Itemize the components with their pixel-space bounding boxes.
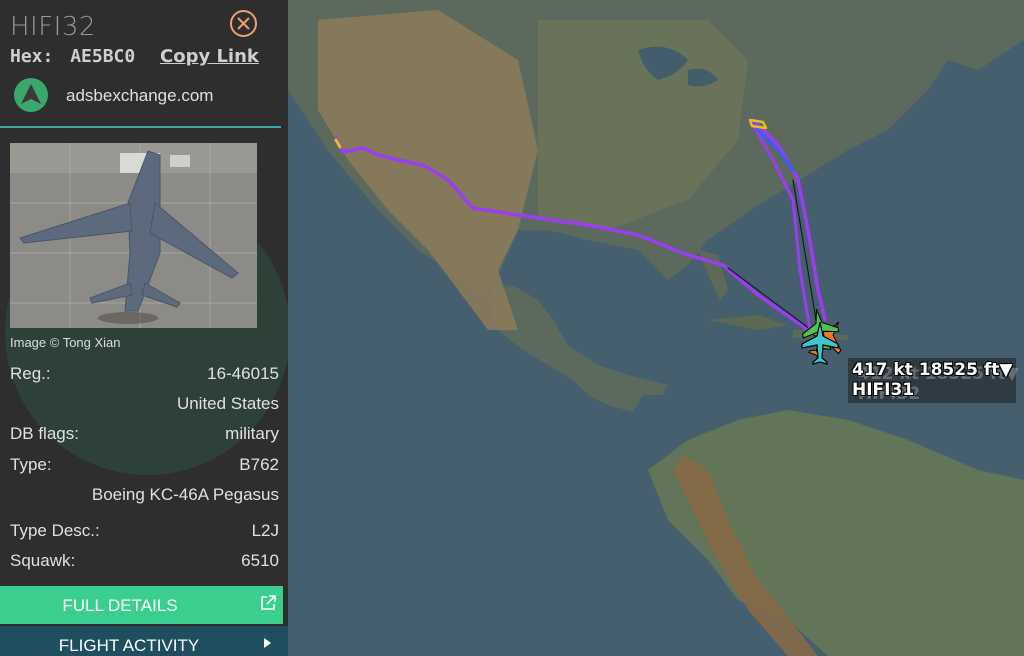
detail-key: Squawk: <box>10 551 76 570</box>
aircraft-info-panel: HIFI32 Hex: AE5BC0 Copy Link adsbexchang… <box>0 0 288 656</box>
copy-link-button[interactable]: Copy Link <box>160 46 259 67</box>
hex-label: Hex: <box>10 46 54 67</box>
detail-key: Reg.: <box>10 364 51 383</box>
hex-value: AE5BC0 <box>70 46 136 67</box>
image-credit: Image © Tong Xian <box>10 335 121 350</box>
external-link-icon <box>261 595 276 610</box>
detail-key: Type Desc.: <box>10 521 100 540</box>
detail-value: United States <box>176 394 279 413</box>
map-view[interactable]: 412 kt 18525 ft▼ HIFI32 417 kt 18525 ft▼… <box>288 0 1024 656</box>
aircraft-photo[interactable] <box>10 143 257 328</box>
detail-value: Boeing KC-46A Pegasus <box>91 485 279 504</box>
full-details-button[interactable]: FULL DETAILS <box>0 586 283 624</box>
detail-value: 16-46015 <box>207 364 279 383</box>
detail-value: military <box>225 424 279 443</box>
hex-row: Hex: AE5BC0 <box>10 46 135 67</box>
detail-value: L2J <box>251 521 279 540</box>
aircraft-speed-altitude: 417 kt 18525 ft▼ <box>852 360 1013 380</box>
map-canvas[interactable] <box>288 0 1024 656</box>
flight-activity-button[interactable]: FLIGHT ACTIVITY <box>0 626 288 656</box>
detail-value: 6510 <box>241 551 279 570</box>
site-name: adsbexchange.com <box>66 86 214 105</box>
adsbexchange-logo-icon <box>14 78 48 112</box>
close-circle-icon[interactable] <box>230 10 257 37</box>
detail-key: DB flags: <box>10 424 79 443</box>
divider <box>0 126 281 128</box>
detail-key: Type: <box>10 455 52 474</box>
detail-value: B762 <box>239 455 279 474</box>
flight-activity-label: FLIGHT ACTIVITY <box>58 636 200 655</box>
aircraft-callsign: HIFI32 <box>10 12 96 42</box>
chevron-right-icon <box>264 638 271 648</box>
full-details-label: FULL DETAILS <box>62 596 178 615</box>
aircraft-label[interactable]: 412 kt 18525 ft▼ HIFI32 417 kt 18525 ft▼… <box>848 358 1018 404</box>
aircraft-label-callsign: HIFI31 <box>852 380 915 400</box>
